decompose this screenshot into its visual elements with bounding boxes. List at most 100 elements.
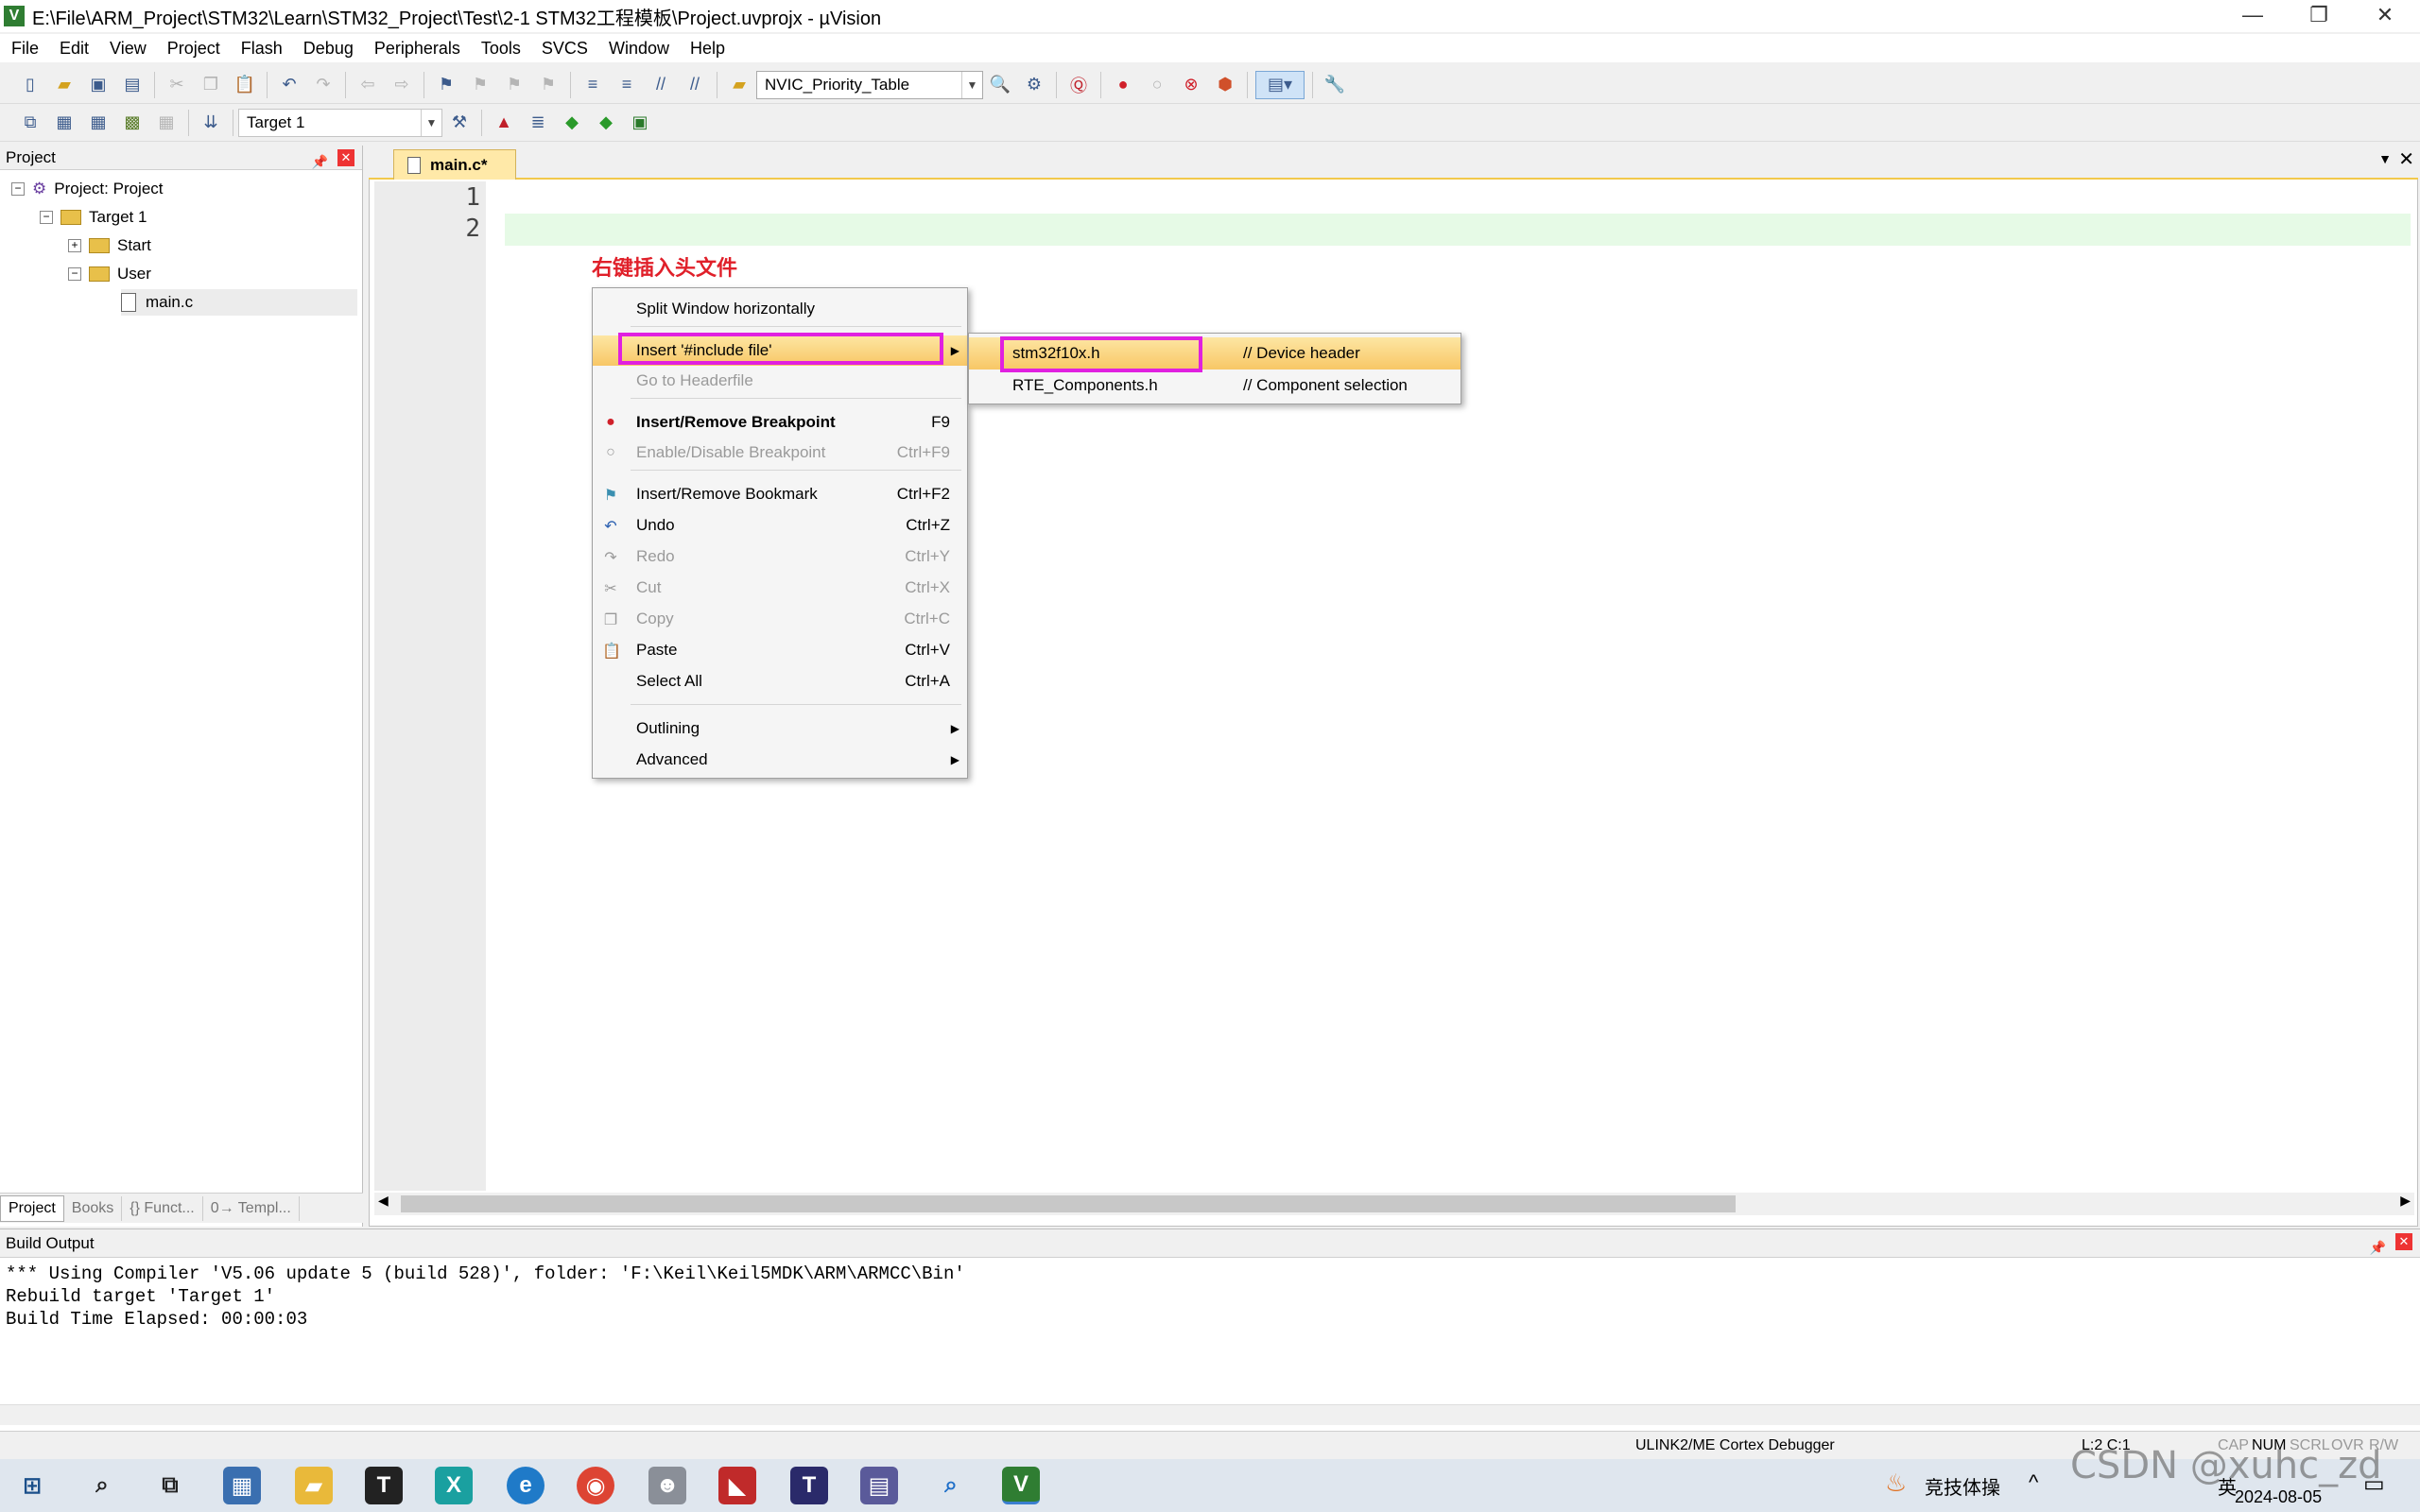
- menu-flash[interactable]: Flash: [232, 39, 292, 59]
- bookmark-icon[interactable]: ⚑: [432, 71, 460, 99]
- menu-item-enable-breakpoint[interactable]: ○ Enable/Disable Breakpoint Ctrl+F9: [593, 438, 967, 468]
- start-debug-icon[interactable]: Ⓠ: [1064, 71, 1093, 99]
- find-in-files-icon[interactable]: ▰: [725, 71, 753, 99]
- menu-item-cut[interactable]: ✂ Cut Ctrl+X: [593, 573, 967, 603]
- close-panel-icon[interactable]: ✕: [2395, 1233, 2412, 1250]
- undo-icon[interactable]: ↶: [275, 71, 303, 99]
- minimize-button[interactable]: —: [2220, 0, 2286, 32]
- batch-build-icon[interactable]: ▩: [118, 109, 147, 137]
- menu-view[interactable]: View: [100, 39, 156, 59]
- unindent-icon[interactable]: ≡: [613, 71, 641, 99]
- close-panel-icon[interactable]: ✕: [337, 149, 354, 166]
- uvision-taskbar-icon[interactable]: V: [1002, 1467, 1040, 1504]
- tab-templates[interactable]: 0→ Templ...: [203, 1195, 300, 1221]
- search-app-icon[interactable]: ⌕: [932, 1467, 970, 1504]
- menu-help[interactable]: Help: [681, 39, 735, 59]
- window-layout-icon[interactable]: ▤▾: [1255, 70, 1305, 99]
- kill-all-breakpoints-icon[interactable]: ⬢: [1211, 71, 1239, 99]
- pack-installer-icon[interactable]: ▣: [626, 109, 654, 137]
- menu-project[interactable]: Project: [158, 39, 230, 59]
- collapse-icon[interactable]: −: [68, 267, 81, 281]
- copy-icon[interactable]: ❐: [197, 71, 225, 99]
- menu-edit[interactable]: Edit: [50, 39, 98, 59]
- save-icon[interactable]: ▣: [84, 71, 112, 99]
- menu-item-insert-breakpoint[interactable]: ● Insert/Remove Breakpoint F9: [593, 407, 967, 438]
- disable-all-breakpoints-icon[interactable]: ⊗: [1177, 71, 1205, 99]
- cut-icon[interactable]: ✂: [163, 71, 191, 99]
- scrollbar-thumb[interactable]: [401, 1195, 1736, 1212]
- pin-icon[interactable]: 📌: [2370, 1233, 2386, 1262]
- select-packs-icon[interactable]: ◆: [592, 109, 620, 137]
- build-icon[interactable]: ▦: [50, 109, 78, 137]
- pdf-app-icon[interactable]: ◣: [718, 1467, 756, 1504]
- menu-item-outlining[interactable]: Outlining ▶: [593, 713, 967, 744]
- pin-icon[interactable]: 📌: [312, 149, 328, 174]
- clear-bookmarks-icon[interactable]: ⚑: [534, 71, 562, 99]
- tree-group-user[interactable]: − User: [68, 261, 151, 287]
- windows-start-icon[interactable]: ⊞: [13, 1467, 51, 1504]
- menu-window[interactable]: Window: [599, 39, 679, 59]
- menu-item-paste[interactable]: 📋 Paste Ctrl+V: [593, 635, 967, 665]
- menu-item-insert-bookmark[interactable]: ⚑ Insert/Remove Bookmark Ctrl+F2: [593, 479, 967, 509]
- prev-bookmark-icon[interactable]: ⚑: [466, 71, 494, 99]
- manage-rte-icon[interactable]: ◆: [558, 109, 586, 137]
- tab-main-c[interactable]: main.c*: [393, 149, 516, 180]
- collapse-icon[interactable]: −: [11, 182, 25, 196]
- menu-file[interactable]: File: [2, 39, 48, 59]
- menu-peripherals[interactable]: Peripherals: [365, 39, 470, 59]
- menu-debug[interactable]: Debug: [294, 39, 363, 59]
- menu-tools[interactable]: Tools: [472, 39, 530, 59]
- menu-item-go-to-headerfile[interactable]: Go to Headerfile: [593, 366, 967, 396]
- chevron-down-icon[interactable]: ▼: [421, 109, 441, 136]
- calendar-app-icon[interactable]: ▤: [860, 1467, 898, 1504]
- menu-item-split-window[interactable]: Split Window horizontally: [593, 294, 967, 324]
- next-bookmark-icon[interactable]: ⚑: [500, 71, 528, 99]
- typora-app-icon[interactable]: T: [365, 1467, 403, 1504]
- tree-target[interactable]: − Target 1: [40, 204, 147, 231]
- expand-icon[interactable]: +: [68, 239, 81, 252]
- menu-item-copy[interactable]: ❐ Copy Ctrl+C: [593, 604, 967, 634]
- find-icon[interactable]: 🔍: [986, 71, 1014, 99]
- chrome-browser-icon[interactable]: ◉: [577, 1467, 614, 1504]
- tree-project-root[interactable]: − ⚙ Project: Project: [11, 176, 164, 202]
- uncomment-icon[interactable]: //: [681, 71, 709, 99]
- notification-text[interactable]: 竞技体操: [1925, 1472, 2000, 1500]
- tab-project[interactable]: Project: [0, 1194, 64, 1222]
- download-load-icon[interactable]: ⇊: [197, 109, 225, 137]
- save-all-icon[interactable]: ▤: [118, 71, 147, 99]
- menu-item-advanced[interactable]: Advanced ▶: [593, 745, 967, 775]
- manage-project-icon[interactable]: ▲: [490, 109, 518, 137]
- incremental-find-icon[interactable]: ⚙: [1020, 71, 1048, 99]
- close-window-button[interactable]: ✕: [2352, 0, 2418, 32]
- navigate-forward-icon[interactable]: ⇨: [388, 71, 416, 99]
- xmind-app-icon[interactable]: X: [435, 1467, 473, 1504]
- tray-expand-icon[interactable]: ^: [2029, 1470, 2038, 1495]
- rebuild-icon[interactable]: ▦: [84, 109, 112, 137]
- find-combo[interactable]: NVIC_Priority_Table ▼: [756, 70, 983, 99]
- menu-svcs[interactable]: SVCS: [532, 39, 597, 59]
- menu-item-undo[interactable]: ↶ Undo Ctrl+Z: [593, 510, 967, 541]
- menu-item-select-all[interactable]: Select All Ctrl+A: [593, 666, 967, 696]
- task-view-icon[interactable]: ⧉: [151, 1467, 189, 1504]
- comment-icon[interactable]: //: [647, 71, 675, 99]
- enable-breakpoint-icon[interactable]: ○: [1143, 71, 1171, 99]
- open-file-icon[interactable]: ▰: [50, 71, 78, 99]
- indent-icon[interactable]: ≡: [579, 71, 607, 99]
- collapse-icon[interactable]: −: [40, 211, 53, 224]
- search-icon[interactable]: ⌕: [83, 1467, 121, 1504]
- navigate-back-icon[interactable]: ⇦: [354, 71, 382, 99]
- chevron-down-icon[interactable]: ▼: [961, 71, 982, 98]
- stop-build-icon[interactable]: ▦: [152, 109, 181, 137]
- redo-icon[interactable]: ↷: [309, 71, 337, 99]
- target-combo[interactable]: Target 1 ▼: [238, 108, 442, 137]
- new-file-icon[interactable]: ▯: [16, 71, 44, 99]
- tab-books[interactable]: Books: [64, 1195, 123, 1221]
- edge-browser-icon[interactable]: e: [507, 1467, 544, 1504]
- tab-functions[interactable]: {} Funct...: [122, 1195, 203, 1221]
- menu-item-redo[interactable]: ↷ Redo Ctrl+Y: [593, 541, 967, 572]
- configure-icon[interactable]: 🔧: [1321, 71, 1349, 99]
- restore-button[interactable]: ❐: [2286, 0, 2352, 32]
- app-cat-icon[interactable]: ☻: [648, 1467, 686, 1504]
- file-extensions-icon[interactable]: ≣: [524, 109, 552, 137]
- close-tab-icon[interactable]: ✕: [2398, 147, 2414, 171]
